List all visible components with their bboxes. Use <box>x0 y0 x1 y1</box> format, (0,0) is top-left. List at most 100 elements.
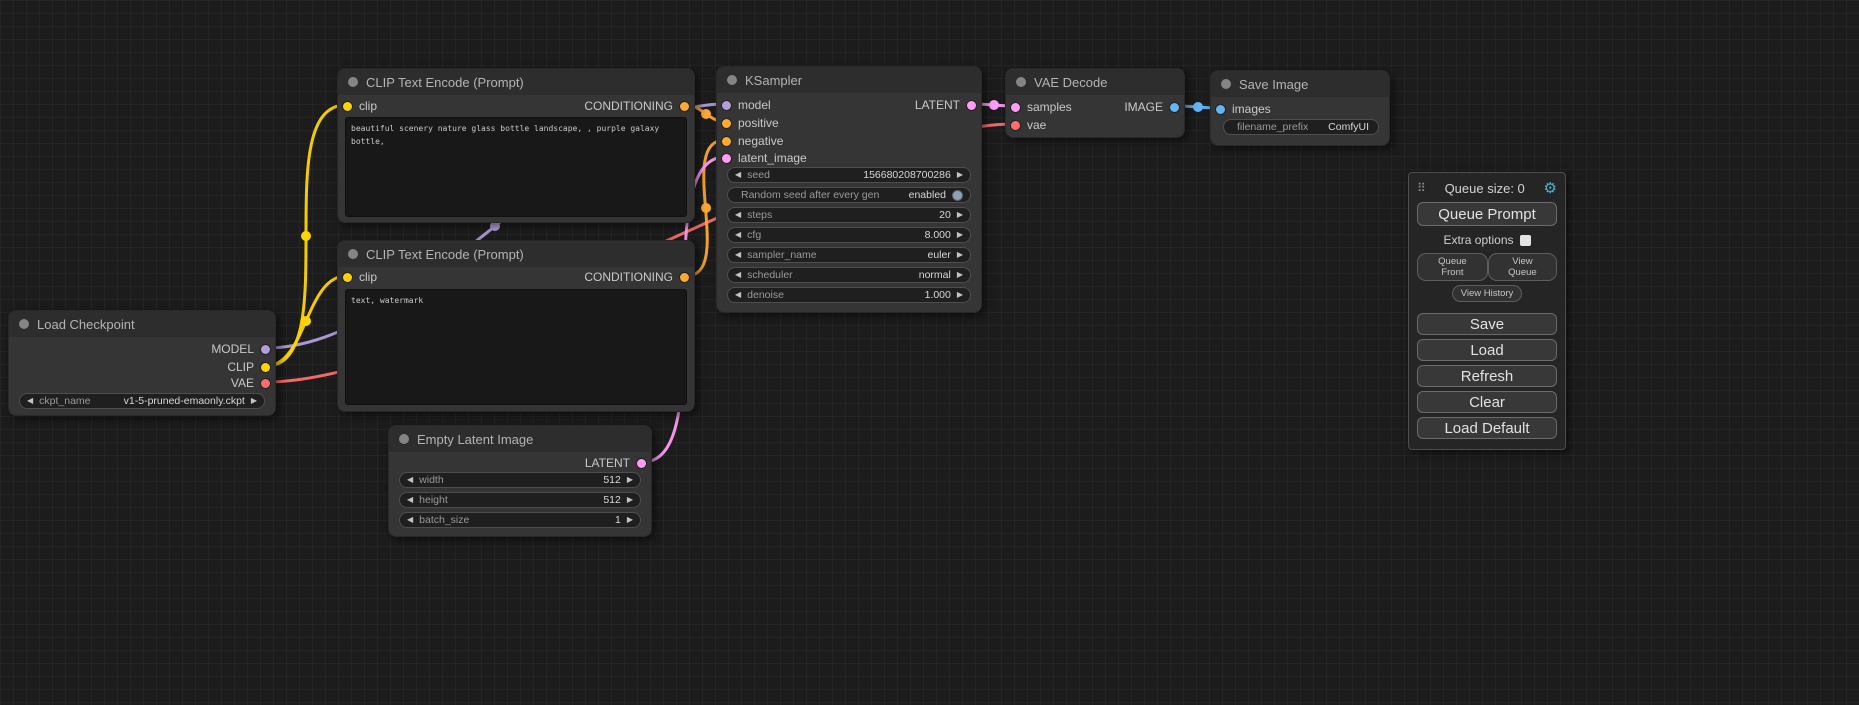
vae-input-slot[interactable]: vae <box>1011 120 1046 130</box>
steps-widget[interactable]: ◀ steps 20 ▶ <box>727 207 971 223</box>
increment-arrow-icon[interactable]: ▶ <box>627 496 633 504</box>
random-seed-toggle-widget[interactable]: Random seed after every gen enabled <box>727 187 971 203</box>
node-vae-decode[interactable]: VAE Decode samples IMAGE vae <box>1005 68 1185 138</box>
model-slot-dot-icon[interactable] <box>261 345 270 354</box>
node-title-bar[interactable]: Empty Latent Image <box>389 426 651 452</box>
vae-output-slot[interactable]: VAE <box>231 378 270 388</box>
conditioning-slot-dot-icon[interactable] <box>680 102 689 111</box>
collapse-dot[interactable] <box>1221 79 1231 89</box>
clear-button[interactable]: Clear <box>1417 391 1557 413</box>
clip-input-slot[interactable]: clip <box>343 272 377 282</box>
increment-arrow-icon[interactable]: ▶ <box>957 211 963 219</box>
increment-arrow-icon[interactable]: ▶ <box>251 397 257 405</box>
width-widget[interactable]: ◀ width 512 ▶ <box>399 472 641 488</box>
clip-slot-dot-icon[interactable] <box>343 273 352 282</box>
node-canvas[interactable]: Load Checkpoint MODEL CLIP VAE ◀ ckpt_na… <box>0 0 1859 705</box>
decrement-arrow-icon[interactable]: ◀ <box>407 496 413 504</box>
model-input-slot[interactable]: model <box>722 100 771 110</box>
collapse-dot[interactable] <box>727 75 737 85</box>
node-ksampler[interactable]: KSampler model LATENT positive negative … <box>716 66 982 313</box>
latent-output-slot[interactable]: LATENT <box>585 458 646 468</box>
increment-arrow-icon[interactable]: ▶ <box>627 476 633 484</box>
filename-prefix-widget[interactable]: filename_prefix ComfyUI <box>1223 119 1379 135</box>
positive-prompt-input[interactable]: beautiful scenery nature glass bottle la… <box>345 117 687 217</box>
latent-slot-dot-icon[interactable] <box>722 154 731 163</box>
node-title-bar[interactable]: CLIP Text Encode (Prompt) <box>338 69 694 95</box>
node-title-bar[interactable]: CLIP Text Encode (Prompt) <box>338 241 694 267</box>
decrement-arrow-icon[interactable]: ◀ <box>407 476 413 484</box>
increment-arrow-icon[interactable]: ▶ <box>627 516 633 524</box>
model-slot-dot-icon[interactable] <box>722 101 731 110</box>
node-load-checkpoint[interactable]: Load Checkpoint MODEL CLIP VAE ◀ ckpt_na… <box>8 310 276 416</box>
save-button[interactable]: Save <box>1417 313 1557 335</box>
decrement-arrow-icon[interactable]: ◀ <box>735 171 741 179</box>
clip-slot-dot-icon[interactable] <box>343 102 352 111</box>
model-output-slot[interactable]: MODEL <box>211 344 270 354</box>
collapse-dot[interactable] <box>19 319 29 329</box>
collapse-dot[interactable] <box>348 249 358 259</box>
latent-slot-dot-icon[interactable] <box>637 459 646 468</box>
extra-options-checkbox[interactable] <box>1520 235 1531 246</box>
settings-gear-icon[interactable]: ⚙ <box>1544 181 1557 196</box>
node-save-image[interactable]: Save Image images filename_prefix ComfyU… <box>1210 70 1390 146</box>
node-clip-text-encode-positive[interactable]: CLIP Text Encode (Prompt) clip CONDITION… <box>337 68 695 223</box>
decrement-arrow-icon[interactable]: ◀ <box>735 211 741 219</box>
view-history-button[interactable]: View History <box>1452 285 1523 302</box>
ckpt-name-widget[interactable]: ◀ ckpt_name v1-5-pruned-emaonly.ckpt ▶ <box>19 393 265 409</box>
latent-slot-dot-icon[interactable] <box>1011 103 1020 112</box>
negative-input-slot[interactable]: negative <box>722 136 783 146</box>
load-default-button[interactable]: Load Default <box>1417 417 1557 439</box>
conditioning-output-slot[interactable]: CONDITIONING <box>584 101 689 111</box>
increment-arrow-icon[interactable]: ▶ <box>957 231 963 239</box>
refresh-button[interactable]: Refresh <box>1417 365 1557 387</box>
increment-arrow-icon[interactable]: ▶ <box>957 251 963 259</box>
conditioning-slot-dot-icon[interactable] <box>722 119 731 128</box>
decrement-arrow-icon[interactable]: ◀ <box>735 271 741 279</box>
image-slot-dot-icon[interactable] <box>1216 105 1225 114</box>
latent-slot-dot-icon[interactable] <box>967 101 976 110</box>
conditioning-output-slot[interactable]: CONDITIONING <box>584 272 689 282</box>
image-output-slot[interactable]: IMAGE <box>1124 102 1179 112</box>
vae-slot-dot-icon[interactable] <box>261 379 270 388</box>
latent-output-slot[interactable]: LATENT <box>915 100 976 110</box>
node-title-bar[interactable]: Load Checkpoint <box>9 311 275 337</box>
queue-front-button[interactable]: Queue Front <box>1417 253 1488 281</box>
node-clip-text-encode-negative[interactable]: CLIP Text Encode (Prompt) clip CONDITION… <box>337 240 695 412</box>
node-title-bar[interactable]: KSampler <box>717 67 981 93</box>
decrement-arrow-icon[interactable]: ◀ <box>407 516 413 524</box>
sampler-name-widget[interactable]: ◀ sampler_name euler ▶ <box>727 247 971 263</box>
decrement-arrow-icon[interactable]: ◀ <box>735 231 741 239</box>
drag-handle-icon[interactable]: ⠿ <box>1417 181 1426 195</box>
load-button[interactable]: Load <box>1417 339 1557 361</box>
node-empty-latent-image[interactable]: Empty Latent Image LATENT ◀ width 512 ▶ … <box>388 425 652 537</box>
positive-input-slot[interactable]: positive <box>722 118 779 128</box>
collapse-dot[interactable] <box>399 434 409 444</box>
node-title-bar[interactable]: Save Image <box>1211 71 1389 97</box>
collapse-dot[interactable] <box>348 77 358 87</box>
decrement-arrow-icon[interactable]: ◀ <box>735 251 741 259</box>
collapse-dot[interactable] <box>1016 77 1026 87</box>
increment-arrow-icon[interactable]: ▶ <box>957 271 963 279</box>
toggle-knob-icon[interactable] <box>952 190 963 201</box>
conditioning-slot-dot-icon[interactable] <box>722 137 731 146</box>
denoise-widget[interactable]: ◀ denoise 1.000 ▶ <box>727 287 971 303</box>
images-input-slot[interactable]: images <box>1216 104 1271 114</box>
decrement-arrow-icon[interactable]: ◀ <box>27 397 33 405</box>
clip-output-slot[interactable]: CLIP <box>227 362 270 372</box>
batch-size-widget[interactable]: ◀ batch_size 1 ▶ <box>399 512 641 528</box>
queue-prompt-button[interactable]: Queue Prompt <box>1417 202 1557 226</box>
negative-prompt-input[interactable]: text, watermark <box>345 289 687 405</box>
vae-slot-dot-icon[interactable] <box>1011 121 1020 130</box>
clip-input-slot[interactable]: clip <box>343 101 377 111</box>
view-queue-button[interactable]: View Queue <box>1488 253 1557 281</box>
seed-widget[interactable]: ◀ seed 156680208700286 ▶ <box>727 167 971 183</box>
increment-arrow-icon[interactable]: ▶ <box>957 171 963 179</box>
height-widget[interactable]: ◀ height 512 ▶ <box>399 492 641 508</box>
latent-image-input-slot[interactable]: latent_image <box>722 153 807 163</box>
increment-arrow-icon[interactable]: ▶ <box>957 291 963 299</box>
cfg-widget[interactable]: ◀ cfg 8.000 ▶ <box>727 227 971 243</box>
image-slot-dot-icon[interactable] <box>1170 103 1179 112</box>
conditioning-slot-dot-icon[interactable] <box>680 273 689 282</box>
scheduler-widget[interactable]: ◀ scheduler normal ▶ <box>727 267 971 283</box>
node-title-bar[interactable]: VAE Decode <box>1006 69 1184 95</box>
